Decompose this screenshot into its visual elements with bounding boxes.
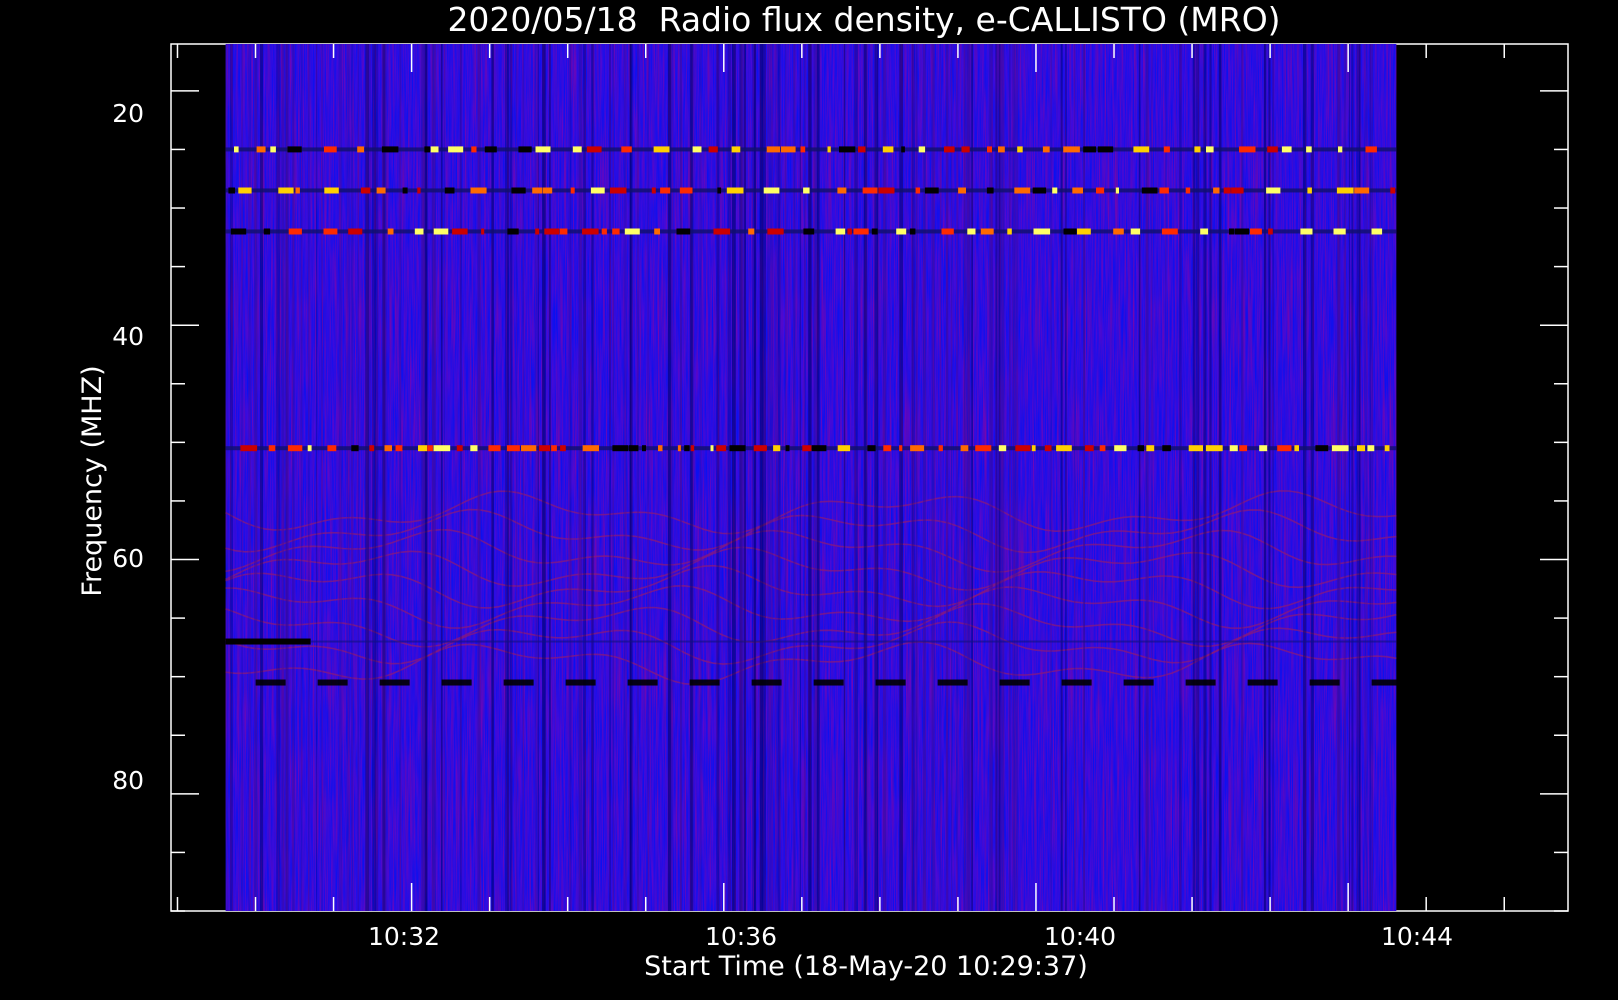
x-tick-labels: 10:32 10:36 10:40 10:44 [368, 922, 1453, 951]
x-tick-label: 10:44 [1381, 922, 1453, 951]
heatmap-area [225, 44, 1402, 911]
x-tick-label: 10:32 [368, 922, 440, 951]
bright-band [225, 445, 1397, 452]
chart-title: 2020/05/18 Radio flux density, e-CALLIST… [447, 0, 1280, 39]
y-tick-label: 40 [112, 322, 144, 351]
x-axis-label: Start Time (18-May-20 10:29:37) [644, 951, 1088, 982]
y-tick-label: 80 [112, 766, 144, 795]
y-tick-label: 20 [112, 99, 144, 128]
x-tick-label: 10:40 [1044, 922, 1116, 951]
y-axis-label: Frequency (MHZ) [77, 365, 108, 596]
y-tick-label: 60 [112, 544, 144, 573]
spectrogram-chart: 2020/05/18 Radio flux density, e-CALLIST… [77, 0, 1569, 982]
x-tick-label: 10:36 [705, 922, 777, 951]
y-tick-labels: 20 40 60 80 [112, 99, 144, 795]
